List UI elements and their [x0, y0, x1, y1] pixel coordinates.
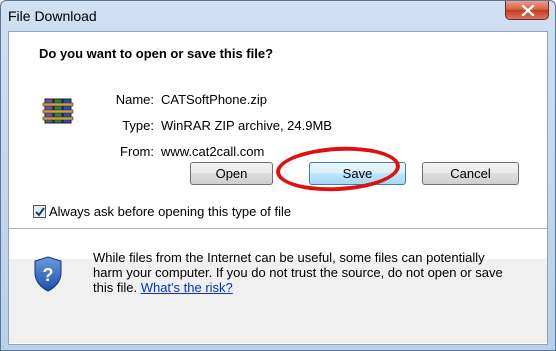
divider: [9, 228, 547, 229]
warning-message: While files from the Internet can be use…: [93, 250, 513, 295]
file-name-value: CATSoftPhone.zip: [161, 92, 267, 107]
checkmark-icon: [35, 207, 45, 217]
cancel-button[interactable]: Cancel: [422, 162, 519, 185]
window-title: File Download: [8, 8, 97, 24]
file-source-row: From: www.cat2call.com: [104, 144, 264, 159]
svg-text:?: ?: [43, 265, 54, 285]
file-name-label: Name:: [115, 92, 154, 107]
always-ask-row: Always ask before opening this type of f…: [33, 204, 291, 219]
whats-the-risk-link[interactable]: What's the risk?: [141, 280, 233, 295]
file-type-value: WinRAR ZIP archive, 24.9MB: [161, 118, 332, 133]
always-ask-label: Always ask before opening this type of f…: [49, 204, 292, 219]
dialog-question: Do you want to open or save this file?: [39, 46, 274, 61]
open-button[interactable]: Open: [190, 162, 273, 185]
file-type-row: Type: WinRAR ZIP archive, 24.9MB: [104, 118, 332, 133]
save-button[interactable]: Save: [309, 162, 406, 185]
close-button[interactable]: [505, 1, 549, 20]
winrar-archive-icon: [42, 98, 74, 124]
file-source-value: www.cat2call.com: [161, 144, 265, 159]
file-download-window: File Download Do you want to open or sav…: [0, 0, 556, 351]
file-source-label: From:: [120, 144, 154, 159]
file-type-label: Type:: [122, 118, 154, 133]
title-bar[interactable]: File Download: [1, 1, 555, 31]
close-icon: [521, 5, 535, 16]
always-ask-checkbox[interactable]: [33, 205, 46, 218]
shield-question-icon: ?: [34, 256, 62, 292]
file-name-row: Name: CATSoftPhone.zip: [104, 92, 267, 107]
